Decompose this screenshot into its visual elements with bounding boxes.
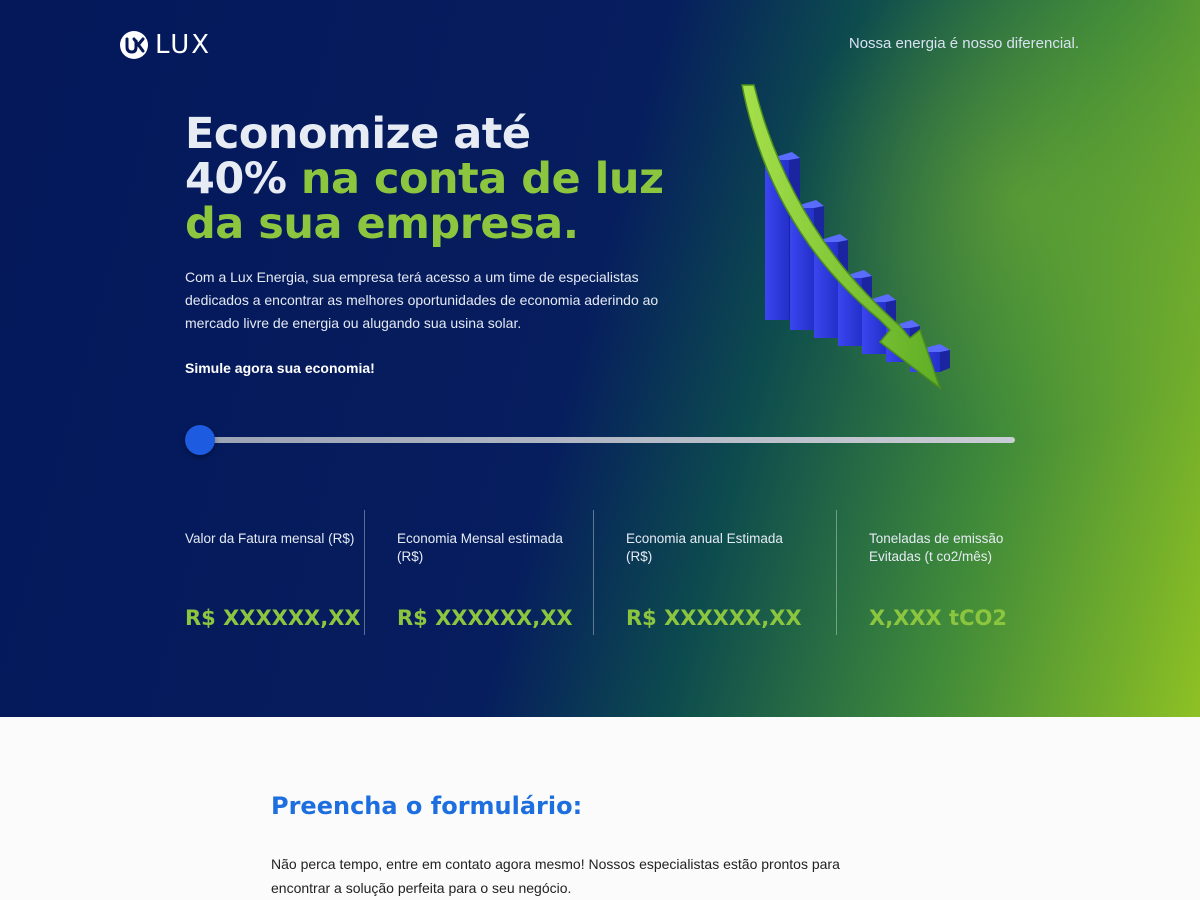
headline-line2: na conta de luz: [286, 154, 664, 204]
headline-line1: Economize até: [185, 109, 531, 159]
declining-bar-chart-illustration: [741, 84, 950, 391]
simulate-cta: Simule agora sua economia!: [185, 360, 375, 376]
logo-text: LUX: [155, 30, 212, 60]
stat-label: Economia anual Estimada (R$): [626, 531, 783, 564]
form-description: Não perca tempo, entre em contato agora …: [271, 856, 840, 896]
tagline: Nossa energia é nosso diferencial.: [848, 35, 1079, 52]
lux-logo-icon: [120, 31, 148, 59]
stat-label: Economia Mensal estimada (R$): [397, 531, 563, 564]
stat-emissions-avoided: Toneladas de emissão Evitadas (t co2/mês…: [869, 510, 1039, 635]
slider-thumb[interactable]: [185, 425, 215, 455]
logo[interactable]: LUX: [119, 30, 211, 60]
stat-value: R$ XXXXXX,XX: [185, 606, 361, 630]
headline-percent: 40%: [185, 154, 287, 204]
stat-annual-savings: Economia anual Estimada (R$) R$ XXXXXX,X…: [626, 510, 802, 635]
stat-value: R$ XXXXXX,XX: [397, 606, 573, 630]
stat-divider: [364, 510, 365, 635]
stat-label: Valor da Fatura mensal (R$): [185, 531, 355, 546]
invoice-value-slider[interactable]: [185, 424, 1015, 456]
stat-value: R$ XXXXXX,XX: [626, 606, 802, 630]
stat-divider: [836, 510, 837, 635]
stat-monthly-invoice: Valor da Fatura mensal (R$) R$ XXXXXX,XX: [185, 510, 361, 635]
form-section: Preencha o formulário: Não perca tempo, …: [0, 717, 1200, 900]
stat-label: Toneladas de emissão Evitadas (t co2/mês…: [869, 531, 1004, 564]
headline-line3: da sua empresa.: [185, 199, 579, 249]
stat-monthly-savings: Economia Mensal estimada (R$) R$ XXXXXX,…: [397, 510, 573, 635]
stat-value: X,XXX tCO2: [869, 606, 1007, 630]
savings-stats: Valor da Fatura mensal (R$) R$ XXXXXX,XX…: [185, 510, 1045, 635]
hero-section: LUX Nossa energia é nosso diferencial. E…: [0, 0, 1200, 717]
slider-track[interactable]: [195, 437, 1015, 443]
hero-headline: Economize até 40% na conta de luz da sua…: [185, 112, 664, 247]
stat-divider: [593, 510, 594, 635]
form-title: Preencha o formulário:: [271, 792, 583, 820]
hero-description: Com a Lux Energia, sua empresa terá aces…: [185, 269, 659, 331]
